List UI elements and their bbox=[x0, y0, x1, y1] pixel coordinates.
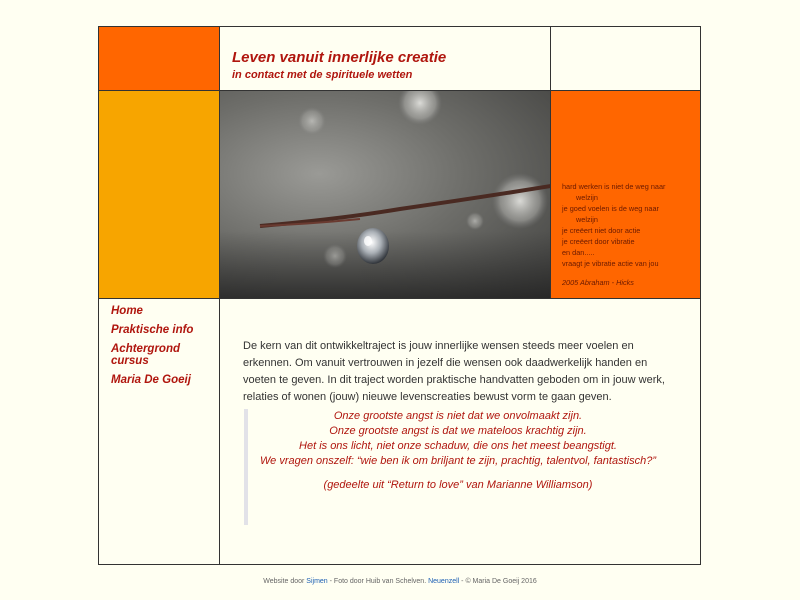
side-quote-block: hard werken is niet de weg naar welzijn … bbox=[551, 91, 700, 299]
page-title: Leven vanuit innerlijke creatie bbox=[232, 49, 447, 66]
page-subtitle: in contact met de spirituele wetten bbox=[232, 69, 413, 81]
footer-prefix: Website door bbox=[263, 578, 305, 585]
nav-item-home[interactable]: Home bbox=[111, 305, 211, 317]
footer-link-neuenzell[interactable]: Neuenzell bbox=[428, 578, 459, 585]
side-quote-line: je creëert door vibratie bbox=[562, 237, 635, 246]
side-quote-source: 2005 Abraham - Hicks bbox=[562, 278, 634, 287]
side-quote-line: vraagt je vibratie actie van jou bbox=[562, 259, 659, 268]
amber-block bbox=[99, 91, 220, 299]
blockquote: Onze grootste angst is niet dat we onvol… bbox=[244, 409, 668, 525]
quote-line: We vragen onszelf: “wie ben ik om brilja… bbox=[260, 455, 656, 467]
sidebar-nav-block: Home Praktische info Achtergrond cursus … bbox=[99, 299, 220, 564]
main-content: De kern van dit ontwikkeltraject is jouw… bbox=[220, 299, 700, 564]
side-quote-line: hard werken is niet de weg naar bbox=[562, 182, 666, 191]
side-quote: hard werken is niet de weg naar welzijn … bbox=[562, 181, 697, 288]
footer-link-sijmen[interactable]: Sijmen bbox=[306, 578, 327, 585]
water-droplet-photo-icon bbox=[220, 91, 550, 298]
header-title-block: Leven vanuit innerlijke creatie in conta… bbox=[220, 27, 551, 91]
footer-middle: - Foto door Huib van Schelven. bbox=[327, 578, 429, 585]
nav-item-achtergrond-cursus[interactable]: Achtergrond cursus bbox=[111, 343, 211, 367]
side-quote-line: welzijn bbox=[576, 215, 598, 224]
header-empty-block bbox=[551, 27, 700, 91]
sidebar-nav: Home Praktische info Achtergrond cursus … bbox=[111, 305, 211, 393]
side-quote-line: en dan..... bbox=[562, 248, 595, 257]
footer: Website door Sijmen - Foto door Huib van… bbox=[0, 578, 800, 585]
quote-line: Het is ons licht, niet onze schaduw, die… bbox=[299, 440, 617, 452]
side-quote-line: je creëert niet door actie bbox=[562, 226, 641, 235]
nav-item-maria-de-goeij[interactable]: Maria De Goeij bbox=[111, 374, 211, 386]
quote-citation: (gedeelte uit “Return to love” van Maria… bbox=[323, 479, 593, 491]
droplet-photo bbox=[220, 91, 551, 299]
page-frame: Leven vanuit innerlijke creatie in conta… bbox=[98, 26, 701, 565]
side-quote-line: je goed voelen is de weg naar bbox=[562, 204, 659, 213]
quote-line: Onze grootste angst is niet dat we onvol… bbox=[333, 410, 583, 422]
quote-line: Onze grootste angst is dat we mateloos k… bbox=[329, 425, 587, 437]
intro-paragraph: De kern van dit ontwikkeltraject is jouw… bbox=[243, 340, 665, 403]
footer-suffix: - © Maria De Goeij 2016 bbox=[459, 578, 537, 585]
side-quote-line: welzijn bbox=[576, 193, 598, 202]
nav-item-praktische-info[interactable]: Praktische info bbox=[111, 324, 211, 336]
header-orange-block bbox=[99, 27, 220, 91]
